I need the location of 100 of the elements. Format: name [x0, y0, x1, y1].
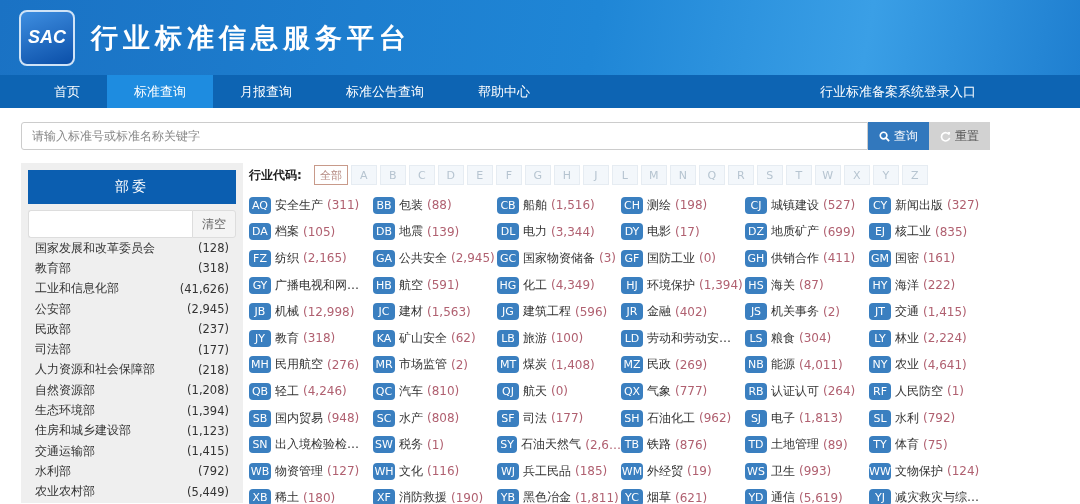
industry-code[interactable]: TB — [621, 436, 643, 454]
industry-code[interactable]: FZ — [249, 250, 271, 267]
industry-name[interactable]: 煤炭 — [523, 356, 547, 374]
industry-name[interactable]: 消防救援 — [399, 489, 447, 504]
ministry-name[interactable]: 交通运输部 — [35, 443, 95, 459]
industry-name[interactable]: 建材 — [399, 303, 423, 321]
industry-code[interactable]: NY — [869, 356, 891, 374]
industry-name[interactable]: 石油天然气 — [521, 436, 582, 454]
industry-code[interactable]: CJ — [745, 196, 767, 214]
industry-code[interactable]: LB — [497, 329, 519, 347]
industry-code[interactable]: CH — [621, 196, 643, 214]
industry-name[interactable]: 减灾救灾与综… — [895, 489, 979, 504]
industry-name[interactable]: 矿山安全 — [399, 329, 447, 347]
ministry-name[interactable]: 教育部 — [35, 260, 71, 276]
industry-code[interactable]: GY — [249, 276, 271, 294]
industry-name[interactable]: 电影 — [647, 223, 671, 241]
industry-name[interactable]: 环境保护 — [647, 276, 695, 294]
industry-name[interactable]: 海洋 — [895, 276, 919, 294]
industry-name[interactable]: 安全生产 — [275, 196, 323, 214]
industry-code[interactable]: SH — [621, 409, 643, 427]
login-link[interactable]: 行业标准备案系统登录入口 — [820, 75, 976, 108]
industry-name[interactable]: 土地管理 — [771, 436, 819, 454]
industry-name[interactable]: 供销合作 — [771, 250, 819, 267]
search-button[interactable]: 查询 — [868, 122, 929, 150]
industry-code[interactable]: GA — [373, 250, 395, 267]
reset-button[interactable]: 重置 — [929, 122, 990, 150]
industry-name[interactable]: 电子 — [771, 409, 795, 427]
industry-name[interactable]: 石油化工 — [647, 409, 695, 427]
industry-name[interactable]: 建筑工程 — [523, 303, 571, 321]
industry-code[interactable]: XB — [249, 489, 271, 504]
industry-name[interactable]: 电力 — [523, 223, 547, 241]
industry-code[interactable]: HJ — [621, 276, 643, 294]
industry-code[interactable]: MH — [249, 356, 271, 374]
industry-code[interactable]: MT — [497, 356, 519, 374]
industry-code[interactable]: SJ — [745, 409, 767, 427]
industry-name[interactable]: 交通 — [895, 303, 919, 321]
industry-code[interactable]: JG — [497, 303, 519, 321]
ministry-name[interactable]: 国家发展和改革委员会 — [35, 240, 155, 256]
industry-code[interactable]: JY — [249, 329, 271, 347]
industry-name[interactable]: 国内贸易 — [275, 409, 323, 427]
industry-name[interactable]: 文物保护 — [895, 462, 943, 480]
industry-name[interactable]: 兵工民品 — [523, 462, 571, 480]
industry-code[interactable]: YC — [621, 489, 643, 504]
industry-name[interactable]: 海关 — [771, 276, 795, 294]
industry-name[interactable]: 包装 — [399, 196, 423, 214]
ministry-name[interactable]: 生态环境部 — [35, 403, 95, 418]
industry-name[interactable]: 粮食 — [771, 329, 795, 347]
industry-code[interactable]: LD — [621, 329, 643, 347]
filter-field[interactable] — [28, 210, 192, 238]
nav-tab[interactable]: 帮助中心 — [451, 75, 557, 108]
industry-code[interactable]: DL — [497, 223, 519, 241]
industry-code[interactable]: YD — [745, 489, 767, 504]
industry-name[interactable]: 航天 — [523, 382, 547, 400]
industry-code[interactable]: CY — [869, 196, 891, 214]
industry-name[interactable]: 航空 — [399, 276, 423, 294]
industry-name[interactable]: 通信 — [771, 489, 795, 504]
search-field[interactable]: 请输入标准号或标准名称关键字 — [21, 122, 868, 150]
ministry-name[interactable]: 自然资源部 — [35, 382, 95, 398]
industry-code[interactable]: WB — [249, 462, 271, 480]
industry-code[interactable]: AQ — [249, 196, 271, 214]
industry-name[interactable]: 外经贸 — [647, 462, 683, 480]
industry-name[interactable]: 旅游 — [523, 329, 547, 347]
industry-code[interactable]: EJ — [869, 223, 891, 241]
industry-code[interactable]: SW — [373, 436, 395, 454]
industry-name[interactable]: 地质矿产 — [771, 223, 819, 241]
industry-name[interactable]: 船舶 — [523, 196, 547, 214]
industry-name[interactable]: 化工 — [523, 276, 547, 294]
industry-code[interactable]: JB — [249, 303, 271, 321]
industry-name[interactable]: 稀土 — [275, 489, 299, 504]
industry-code[interactable]: CB — [497, 196, 519, 214]
industry-code[interactable]: YB — [497, 489, 519, 504]
industry-name[interactable]: 林业 — [895, 329, 919, 347]
industry-name[interactable]: 物资管理 — [275, 462, 323, 480]
clear-button[interactable]: 清空 — [192, 210, 236, 238]
industry-code[interactable]: HY — [869, 276, 891, 294]
industry-name[interactable]: 民政 — [647, 356, 671, 374]
industry-name[interactable]: 文化 — [399, 462, 423, 480]
industry-name[interactable]: 公共安全 — [399, 250, 447, 267]
ministry-name[interactable]: 公安部 — [35, 301, 71, 317]
industry-code[interactable]: SF — [497, 409, 519, 427]
nav-tab[interactable]: 首页 — [27, 75, 107, 108]
industry-name[interactable]: 司法 — [523, 409, 547, 427]
industry-code[interactable]: HG — [497, 276, 519, 294]
industry-code[interactable]: BB — [373, 196, 395, 214]
industry-code[interactable]: GF — [621, 250, 643, 267]
industry-code[interactable]: LS — [745, 329, 767, 347]
industry-code[interactable]: JS — [745, 303, 767, 321]
industry-name[interactable]: 能源 — [771, 356, 795, 374]
industry-name[interactable]: 核工业 — [895, 223, 931, 241]
industry-code[interactable]: NB — [745, 356, 767, 374]
industry-code[interactable]: GC — [497, 250, 519, 267]
industry-name[interactable]: 地震 — [399, 223, 423, 241]
industry-code[interactable]: DZ — [745, 223, 767, 241]
industry-code[interactable]: RB — [745, 382, 767, 400]
industry-name[interactable]: 烟草 — [647, 489, 671, 504]
industry-name[interactable]: 黑色冶金 — [523, 489, 571, 504]
industry-code[interactable]: MR — [373, 356, 395, 374]
industry-code[interactable]: SN — [249, 436, 271, 454]
industry-name[interactable]: 水利 — [895, 409, 919, 427]
industry-name[interactable]: 轻工 — [275, 382, 299, 400]
